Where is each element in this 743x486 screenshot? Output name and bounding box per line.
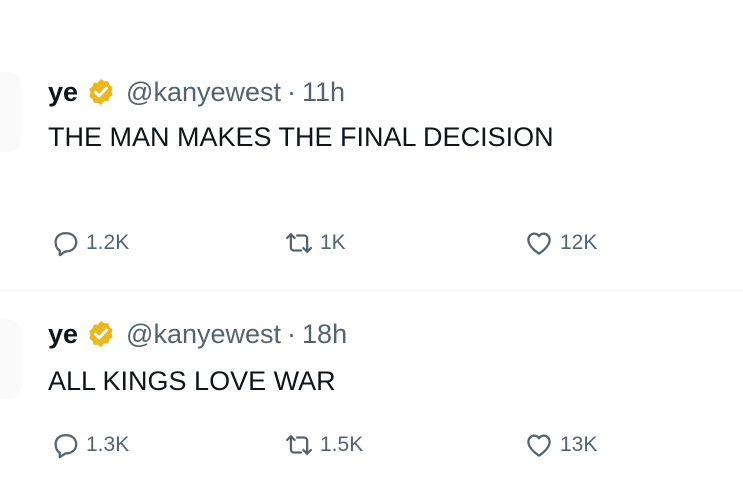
- tweet-header: ye @kanyewest · 11h: [48, 76, 345, 108]
- verified-badge-icon: [86, 77, 116, 107]
- retweet-count: 1.5K: [320, 433, 364, 456]
- tweet[interactable]: ye @kanyewest · 11h THE MAN MAKES THE FI…: [0, 0, 743, 290]
- tweet-text: THE MAN MAKES THE FINAL DECISION: [48, 122, 554, 152]
- tweet-header: ye @kanyewest · 18h: [48, 318, 347, 350]
- separator-dot: ·: [287, 77, 297, 107]
- like-button[interactable]: 13K: [524, 430, 597, 460]
- like-count: 12K: [560, 231, 598, 254]
- retweet-icon: [286, 233, 312, 253]
- like-icon: [527, 434, 551, 457]
- avatar[interactable]: [0, 319, 22, 399]
- reply-button[interactable]: 1.2K: [50, 228, 129, 258]
- retweet-count: 1K: [320, 231, 346, 254]
- reply-icon: [54, 232, 78, 257]
- tweet[interactable]: ye @kanyewest · 18h ALL KINGS LOVE WAR 1…: [0, 291, 743, 486]
- retweet-button[interactable]: 1K: [284, 228, 346, 258]
- author-handle[interactable]: @kanyewest: [126, 76, 281, 108]
- like-icon: [527, 232, 551, 255]
- author-handle[interactable]: @kanyewest: [126, 318, 281, 350]
- timestamp[interactable]: 11h: [302, 76, 345, 108]
- like-button[interactable]: 12K: [524, 228, 597, 258]
- reply-count: 1.2K: [86, 231, 130, 254]
- verified-badge-icon: [86, 319, 116, 349]
- author-name[interactable]: ye: [48, 76, 78, 108]
- avatar[interactable]: [0, 72, 22, 152]
- like-count: 13K: [560, 433, 598, 456]
- retweet-icon: [286, 435, 312, 455]
- tweet-text: ALL KINGS LOVE WAR: [48, 366, 336, 396]
- reply-icon: [54, 434, 78, 459]
- separator-dot: ·: [287, 319, 297, 349]
- retweet-button[interactable]: 1.5K: [284, 430, 363, 460]
- timestamp[interactable]: 18h: [302, 318, 347, 350]
- reply-count: 1.3K: [86, 433, 130, 456]
- author-name[interactable]: ye: [48, 318, 78, 350]
- reply-button[interactable]: 1.3K: [50, 430, 129, 460]
